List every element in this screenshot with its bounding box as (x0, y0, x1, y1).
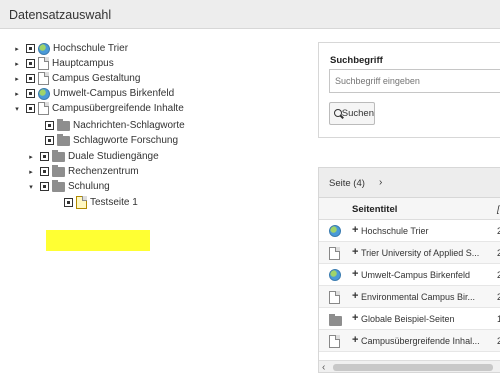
tree-item-label[interactable]: Campus Gestaltung (52, 73, 140, 84)
expand-icon (31, 135, 41, 147)
dialog-title: Datensatzauswahl (9, 8, 112, 22)
table-row[interactable]: + Environmental Campus Bir... 2 (319, 286, 500, 308)
horizontal-scrollbar[interactable]: ‹ (319, 360, 500, 372)
search-input[interactable] (329, 69, 500, 93)
expand-icon[interactable]: ▸ (12, 58, 22, 70)
scroll-left-icon[interactable]: ‹ (322, 362, 325, 372)
folder-icon (57, 133, 70, 146)
row-title[interactable]: Umwelt-Campus Birkenfeld (361, 270, 489, 280)
context-menu-icon[interactable] (40, 152, 49, 161)
tree-item-hauptcampus[interactable]: ▸ Hauptcampus (12, 56, 114, 71)
tree-item-label[interactable]: Campusübergreifende Inhalte (52, 103, 184, 114)
folder-icon (52, 164, 65, 177)
table-row[interactable]: + Umwelt-Campus Birkenfeld 2 (319, 264, 500, 286)
context-menu-icon[interactable] (64, 198, 73, 207)
page-icon (329, 291, 340, 304)
page-icon (38, 102, 49, 115)
results-column-header: Seitentitel [ (319, 198, 500, 220)
globe-icon (38, 87, 50, 100)
page-icon (38, 72, 49, 85)
context-menu-icon[interactable] (26, 59, 35, 68)
row-title[interactable]: Environmental Campus Bir... (361, 292, 489, 302)
folder-icon (57, 118, 70, 131)
search-button[interactable]: Suchen (329, 102, 375, 125)
context-menu-icon[interactable] (45, 136, 54, 145)
tree-item-label[interactable]: Schulung (68, 181, 110, 192)
context-menu-icon[interactable] (26, 44, 35, 53)
dialog-header: Datensatzauswahl (0, 0, 500, 29)
folder-icon (52, 179, 65, 192)
tree-item-duale-studiengaenge[interactable]: ▸ Duale Studiengänge (26, 149, 159, 164)
row-title[interactable]: Globale Beispiel-Seiten (361, 314, 489, 324)
search-button-label: Suchen (341, 108, 374, 119)
tree-item-campusuebergreifende-inhalte[interactable]: ▾ Campusübergreifende Inhalte (12, 101, 184, 116)
row-title[interactable]: Campusübergreifende Inhal... (361, 336, 489, 346)
context-menu-icon[interactable] (45, 121, 54, 130)
expand-icon[interactable]: ▸ (26, 166, 36, 178)
column-header-second[interactable]: [ (497, 204, 500, 215)
search-icon (334, 108, 342, 119)
context-menu-icon[interactable] (40, 182, 49, 191)
expand-icon[interactable]: ▸ (12, 73, 22, 85)
column-header-title[interactable]: Seitentitel (352, 204, 397, 215)
page-icon (76, 196, 87, 209)
tree-item-label[interactable]: Rechenzentrum (68, 166, 139, 177)
add-icon[interactable]: + (352, 334, 358, 346)
folder-icon (329, 314, 342, 326)
results-header[interactable]: Seite (4) › (319, 168, 500, 198)
collapse-icon[interactable]: ▾ (12, 103, 22, 115)
globe-icon (38, 42, 50, 55)
row-title[interactable]: Trier University of Applied S... (361, 248, 489, 258)
search-panel: Suchbegriff Suchen (318, 42, 500, 138)
scrollbar-thumb[interactable] (333, 364, 493, 371)
tree-item-testseite-1[interactable]: Testseite 1 (50, 195, 138, 210)
tree-item-umwelt-campus[interactable]: ▸ Umwelt-Campus Birkenfeld (12, 86, 174, 101)
context-menu-icon[interactable] (26, 89, 35, 98)
context-menu-icon[interactable] (26, 74, 35, 83)
table-row[interactable]: + Hochschule Trier 2 (319, 220, 500, 242)
expand-icon[interactable]: ▸ (12, 43, 22, 55)
folder-icon (52, 149, 65, 162)
expand-icon (50, 197, 60, 209)
add-icon[interactable]: + (352, 224, 358, 236)
tree-item-schlagworte-forschung[interactable]: Schlagworte Forschung (31, 133, 178, 148)
globe-icon (329, 269, 341, 281)
tree-item-label[interactable]: Nachrichten-Schlagworte (73, 120, 185, 131)
collapse-icon[interactable]: ▾ (26, 181, 36, 193)
expand-icon (31, 120, 41, 132)
tree-item-label[interactable]: Umwelt-Campus Birkenfeld (53, 88, 174, 99)
add-icon[interactable]: + (352, 290, 358, 302)
add-icon[interactable]: + (352, 312, 358, 324)
tree-item-label[interactable]: Hochschule Trier (53, 43, 128, 54)
tree-item-label[interactable]: Duale Studiengänge (68, 151, 159, 162)
results-title[interactable]: Seite (4) (329, 178, 365, 189)
tree-item-campus-gestaltung[interactable]: ▸ Campus Gestaltung (12, 71, 140, 86)
table-row[interactable]: + Campusübergreifende Inhal... 2 (319, 330, 500, 352)
page-icon (38, 57, 49, 70)
context-menu-icon[interactable] (26, 104, 35, 113)
page-tree: ▸ Hochschule Trier ▸ Hauptcampus ▸ Campu… (0, 38, 310, 373)
page-icon (329, 247, 340, 260)
expand-icon[interactable]: ▸ (26, 151, 36, 163)
tree-item-hochschule-trier[interactable]: ▸ Hochschule Trier (12, 41, 128, 56)
results-panel: Seite (4) › Seitentitel [ + Hochschule T… (318, 167, 500, 373)
tree-item-label[interactable]: Testseite 1 (90, 197, 138, 208)
table-row[interactable]: + Trier University of Applied S... 2 (319, 242, 500, 264)
tree-item-nachrichten-schlagworte[interactable]: Nachrichten-Schlagworte (31, 118, 185, 133)
chevron-right-icon[interactable]: › (379, 177, 382, 188)
add-icon[interactable]: + (352, 268, 358, 280)
search-label: Suchbegriff (330, 55, 383, 66)
context-menu-icon[interactable] (40, 167, 49, 176)
tree-item-rechenzentrum[interactable]: ▸ Rechenzentrum (26, 164, 139, 179)
tree-item-label[interactable]: Hauptcampus (52, 58, 114, 69)
add-icon[interactable]: + (352, 246, 358, 258)
page-icon (329, 335, 340, 348)
table-row[interactable]: + Globale Beispiel-Seiten 1 (319, 308, 500, 330)
globe-icon (329, 225, 341, 237)
tree-item-label[interactable]: Schlagworte Forschung (73, 135, 178, 146)
row-title[interactable]: Hochschule Trier (361, 226, 489, 236)
tree-item-schulung[interactable]: ▾ Schulung (26, 179, 110, 194)
expand-icon[interactable]: ▸ (12, 88, 22, 100)
selected-highlight (46, 230, 150, 251)
